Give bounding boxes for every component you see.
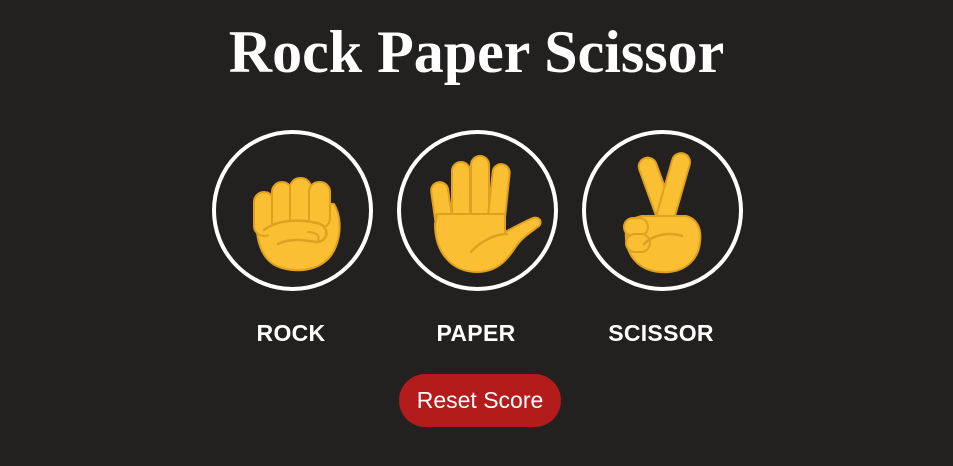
choices-row: ROCK PAPER SCISSOR bbox=[0, 130, 953, 360]
rock-circle[interactable] bbox=[212, 130, 373, 291]
rock-choice[interactable]: ROCK bbox=[201, 130, 381, 360]
paper-label: PAPER bbox=[436, 320, 516, 346]
paper-circle[interactable] bbox=[397, 130, 558, 291]
page-title: Rock Paper Scissor bbox=[228, 19, 725, 85]
fist-icon bbox=[253, 177, 341, 272]
victory-hand-icon bbox=[623, 152, 702, 274]
reset-score-button[interactable]: Reset Score bbox=[399, 374, 561, 427]
raised-hand-icon bbox=[430, 155, 542, 274]
rock-label: ROCK bbox=[256, 320, 326, 346]
scissor-choice[interactable]: SCISSOR bbox=[571, 130, 751, 360]
scissor-circle[interactable] bbox=[582, 130, 743, 291]
scissor-label: SCISSOR bbox=[608, 320, 714, 346]
paper-choice[interactable]: PAPER bbox=[386, 130, 566, 360]
